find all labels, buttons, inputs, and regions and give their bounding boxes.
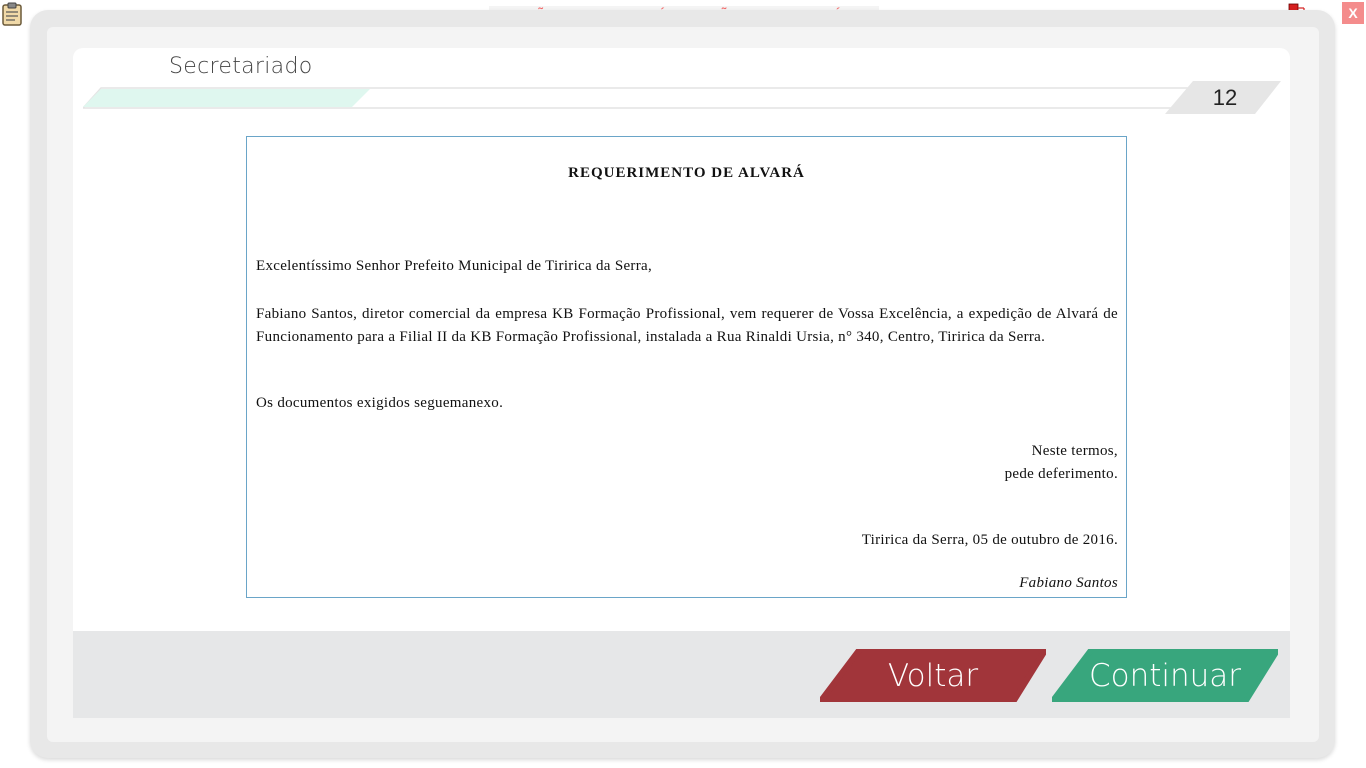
page-title: Secretariado <box>169 54 313 79</box>
closing-line-1: Neste termos, <box>1031 443 1118 459</box>
back-button-label: Voltar <box>887 657 979 694</box>
document-attachments: Os documentos exigidos seguemanexo. <box>256 395 504 411</box>
progress-bar <box>81 86 1195 110</box>
document-body: Fabiano Santos, diretor comercial da emp… <box>256 306 1118 345</box>
continue-button-label: Continuar <box>1088 657 1242 694</box>
closing-line-2: pede deferimento. <box>1004 466 1118 482</box>
document-title: REQUERIMENTO DE ALVARÁ <box>568 165 805 181</box>
back-button[interactable]: Voltar <box>820 649 1046 702</box>
close-button[interactable]: X <box>1342 2 1364 24</box>
page-number: 12 <box>1212 85 1238 110</box>
progress-fill <box>83 89 370 107</box>
document-frame: REQUERIMENTO DE ALVARÁ Excelentíssimo Se… <box>246 136 1127 598</box>
document-signature: Fabiano Santos <box>1019 575 1118 591</box>
document-salutation: Excelentíssimo Senhor Prefeito Municipal… <box>256 258 653 274</box>
document-date: Tiririca da Serra, 05 de outubro de 2016… <box>861 532 1118 548</box>
clipboard-icon[interactable] <box>2 2 22 26</box>
document-closing: Neste termos, pede deferimento. <box>1005 440 1118 486</box>
continue-button[interactable]: Continuar <box>1052 649 1278 702</box>
